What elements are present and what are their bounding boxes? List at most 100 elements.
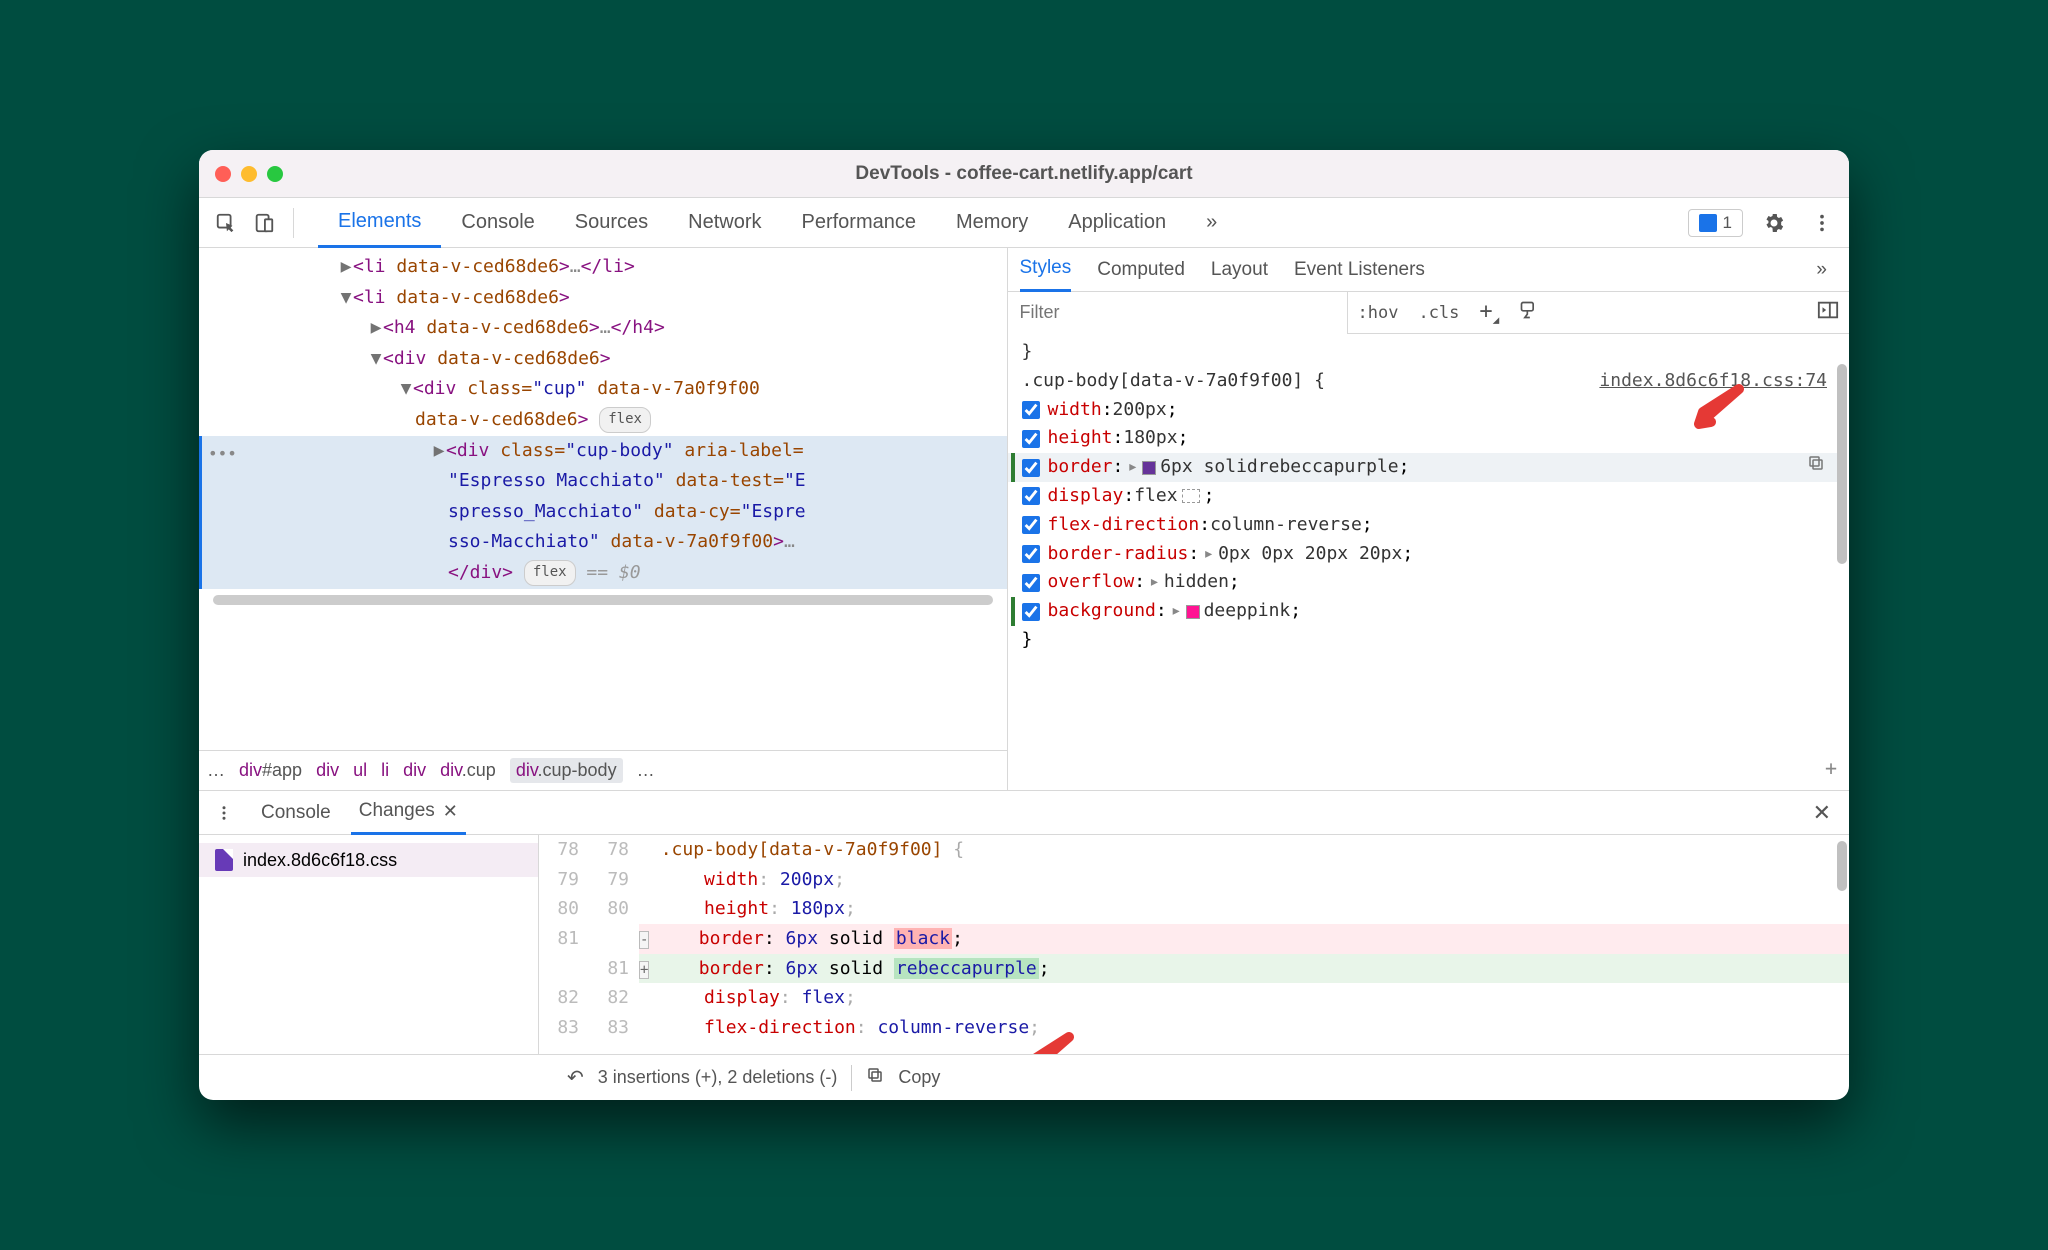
- dom-node-cont[interactable]: "Espresso Macchiato" data-test="E: [199, 466, 1007, 497]
- dom-node[interactable]: ▼<li data-v-ced68de6>: [199, 283, 1007, 314]
- add-property-button[interactable]: +: [1825, 752, 1837, 784]
- breadcrumb-item[interactable]: div: [403, 760, 426, 781]
- tab-computed[interactable]: Computed: [1097, 248, 1185, 292]
- dom-tree[interactable]: ▶<li data-v-ced68de6>…</li> ▼<li data-v-…: [199, 248, 1007, 750]
- main-tabs: Elements Console Sources Network Perform…: [318, 198, 1237, 248]
- breadcrumb-ell[interactable]: …: [207, 760, 225, 781]
- tab-performance[interactable]: Performance: [782, 198, 937, 248]
- close-tab-icon[interactable]: ✕: [443, 801, 458, 822]
- changes-file-item[interactable]: index.8d6c6f18.css: [199, 843, 538, 877]
- paint-icon[interactable]: [1509, 300, 1549, 325]
- tab-drawer-changes[interactable]: Changes ✕: [351, 791, 466, 835]
- dom-node-cont[interactable]: data-v-ced68de6> flex: [199, 405, 1007, 436]
- breadcrumb-ell[interactable]: …: [637, 760, 655, 781]
- css-property[interactable]: overflow:▸hidden;: [1008, 568, 1842, 597]
- css-property[interactable]: display: flex;: [1008, 482, 1842, 511]
- window-title: DevTools - coffee-cart.netlify.app/cart: [855, 163, 1192, 185]
- css-property[interactable]: background:▸deeppink;: [1008, 597, 1842, 626]
- dom-node-cont[interactable]: sso-Macchiato" data-v-7a0f9f00>…: [199, 527, 1007, 558]
- copy-button[interactable]: Copy: [898, 1067, 940, 1088]
- css-property[interactable]: flex-direction: column-reverse;: [1008, 511, 1842, 540]
- dom-node[interactable]: ▼<div class="cup" data-v-7a0f9f00: [199, 374, 1007, 405]
- flex-badge[interactable]: flex: [599, 407, 651, 433]
- property-toggle[interactable]: [1022, 430, 1040, 448]
- diff-line: 8383 flex-direction: column-reverse;: [539, 1013, 1849, 1043]
- device-toggle-icon[interactable]: [247, 206, 281, 240]
- copy-icon[interactable]: [1807, 453, 1825, 482]
- main-toolbar: Elements Console Sources Network Perform…: [199, 198, 1849, 248]
- inspect-icon[interactable]: [209, 206, 243, 240]
- close-drawer-button[interactable]: ✕: [1803, 800, 1841, 826]
- css-property[interactable]: border-radius:▸0px 0px 20px 20px;: [1008, 540, 1842, 569]
- tab-styles[interactable]: Styles: [1020, 248, 1072, 292]
- flex-badge[interactable]: flex: [524, 560, 576, 586]
- hov-button[interactable]: :hov: [1348, 303, 1409, 323]
- add-rule-button[interactable]: +◢: [1469, 299, 1509, 326]
- minimize-window-button[interactable]: [241, 166, 257, 182]
- breadcrumb-item-selected[interactable]: div.cup-body: [510, 758, 623, 783]
- breadcrumb-item[interactable]: ul: [353, 760, 367, 781]
- diff-line: 7979 width: 200px;: [539, 865, 1849, 895]
- diff-view[interactable]: 7878 .cup-body[data-v-7a0f9f00] {7979 wi…: [539, 835, 1849, 1054]
- property-toggle[interactable]: [1022, 603, 1040, 621]
- v-scrollbar[interactable]: [1837, 841, 1847, 891]
- property-toggle[interactable]: [1022, 459, 1040, 477]
- property-toggle[interactable]: [1022, 545, 1040, 563]
- divider: [851, 1065, 852, 1091]
- breadcrumb-item[interactable]: div#app: [239, 760, 302, 781]
- close-window-button[interactable]: [215, 166, 231, 182]
- tab-more[interactable]: »: [1816, 248, 1827, 292]
- main-split: ▶<li data-v-ced68de6>…</li> ▼<li data-v-…: [199, 248, 1849, 790]
- tab-drawer-console[interactable]: Console: [253, 791, 339, 835]
- h-scrollbar[interactable]: [213, 595, 993, 605]
- maximize-window-button[interactable]: [267, 166, 283, 182]
- styles-body[interactable]: } .cup-body[data-v-7a0f9f00] { index.8d6…: [1008, 334, 1850, 790]
- changes-summary: 3 insertions (+), 2 deletions (-): [598, 1067, 838, 1088]
- undo-icon[interactable]: ↶: [567, 1065, 584, 1090]
- traffic-lights: [215, 166, 283, 182]
- dom-node[interactable]: ▼<div data-v-ced68de6>: [199, 344, 1007, 375]
- breadcrumb-item[interactable]: div: [316, 760, 339, 781]
- css-file-icon: [215, 849, 233, 871]
- dom-panel: ▶<li data-v-ced68de6>…</li> ▼<li data-v-…: [199, 248, 1008, 790]
- dom-node-cont[interactable]: spresso_Macchiato" data-cy="Espre: [199, 497, 1007, 528]
- diff-line: 7878 .cup-body[data-v-7a0f9f00] {: [539, 835, 1849, 865]
- v-scrollbar[interactable]: [1837, 364, 1847, 564]
- tab-elements[interactable]: Elements: [318, 198, 441, 248]
- issue-icon: [1699, 214, 1717, 232]
- breadcrumb-item[interactable]: div.cup: [440, 760, 496, 781]
- cls-button[interactable]: .cls: [1408, 303, 1469, 323]
- css-property[interactable]: border:▸6px solid rebeccapurple;: [1008, 453, 1842, 482]
- tab-more[interactable]: »: [1186, 198, 1237, 248]
- close-brace: }: [1008, 626, 1842, 655]
- tab-layout[interactable]: Layout: [1211, 248, 1268, 292]
- dom-node[interactable]: ▶<h4 data-v-ced68de6>…</h4>: [199, 313, 1007, 344]
- copy-icon[interactable]: [866, 1066, 884, 1089]
- dom-node-selected[interactable]: ••• ▶<div class="cup-body" aria-label=: [199, 436, 1007, 467]
- property-toggle[interactable]: [1022, 516, 1040, 534]
- flex-editor-icon[interactable]: [1182, 489, 1200, 503]
- issues-badge[interactable]: 1: [1688, 209, 1743, 237]
- tab-application[interactable]: Application: [1048, 198, 1186, 248]
- breadcrumb: … div#app div ul li div div.cup div.cup-…: [199, 750, 1007, 790]
- property-toggle[interactable]: [1022, 487, 1040, 505]
- tab-console[interactable]: Console: [441, 198, 554, 248]
- more-menu-icon[interactable]: [1805, 206, 1839, 240]
- toggle-sidebar-icon[interactable]: [1807, 300, 1849, 325]
- breadcrumb-item[interactable]: li: [381, 760, 389, 781]
- issue-count: 1: [1723, 213, 1732, 233]
- tab-memory[interactable]: Memory: [936, 198, 1048, 248]
- drawer-body: index.8d6c6f18.css 7878 .cup-body[data-v…: [199, 835, 1849, 1054]
- drawer-menu-icon[interactable]: [207, 796, 241, 830]
- annotation-arrow: [1019, 1032, 1079, 1054]
- property-toggle[interactable]: [1022, 574, 1040, 592]
- property-toggle[interactable]: [1022, 401, 1040, 419]
- tab-event-listeners[interactable]: Event Listeners: [1294, 248, 1425, 292]
- settings-icon[interactable]: [1757, 206, 1791, 240]
- dom-node[interactable]: ▶<li data-v-ced68de6>…</li>: [199, 252, 1007, 283]
- tab-network[interactable]: Network: [668, 198, 781, 248]
- tab-sources[interactable]: Sources: [555, 198, 668, 248]
- filter-input[interactable]: [1008, 292, 1348, 334]
- styles-panel: Styles Computed Layout Event Listeners »…: [1008, 248, 1850, 790]
- dom-node-close[interactable]: </div> flex == $0: [199, 558, 1007, 589]
